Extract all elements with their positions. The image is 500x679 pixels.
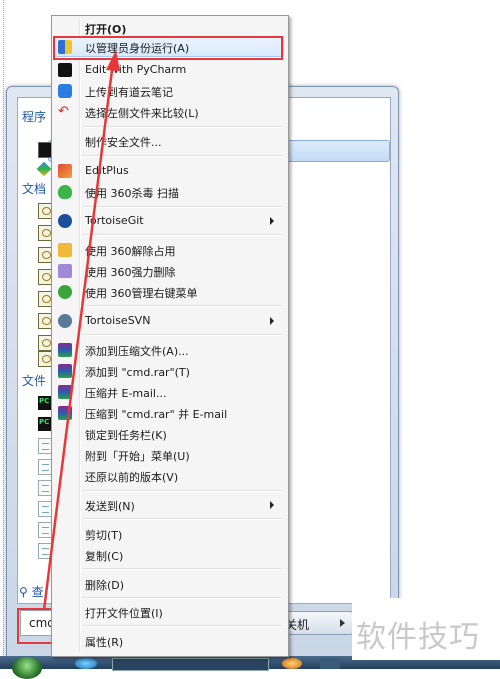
unlock-icon <box>58 243 72 257</box>
menu-separator <box>82 234 282 236</box>
menu-separator <box>82 305 282 307</box>
menu-item-copy[interactable]: 复制(C) <box>54 545 284 565</box>
group-title-programs: 程序 <box>22 110 47 124</box>
start-orb-icon[interactable] <box>12 657 42 679</box>
menu-item-pin-to-start[interactable]: 附到「开始」菜单(U) <box>54 445 284 465</box>
winrar-icon <box>58 364 72 378</box>
menu-item-youdao-note[interactable]: 上传到有道云笔记 <box>54 81 284 101</box>
shield-360-icon <box>58 185 72 199</box>
context-menu: 打开(O) 以管理员身份运行(A) Edit with PyCharm 上传到有… <box>51 15 289 657</box>
menu-item-360-scan[interactable]: 使用 360杀毒 扫描 <box>54 182 284 202</box>
menu-item-restore-versions[interactable]: 还原以前的版本(V) <box>54 466 284 486</box>
dotted-guide-line <box>3 0 4 669</box>
winrar-icon <box>58 406 72 420</box>
menu-item-open-file-location[interactable]: 打开文件位置(I) <box>54 602 284 622</box>
youdao-note-icon <box>58 84 72 98</box>
see-more-results-link[interactable]: ⚲ 查 <box>19 583 44 600</box>
menu-item-open[interactable]: 打开(O) <box>54 18 284 38</box>
taskbar-app-icon[interactable] <box>320 658 340 669</box>
pycharm-icon[interactable] <box>38 417 52 431</box>
winrar-icon <box>58 343 72 357</box>
menu-item-compress-cmd-rar-email[interactable]: 压缩到 "cmd.rar" 并 E-mail <box>54 403 284 423</box>
menu-item-editplus[interactable]: EditPlus <box>54 161 284 181</box>
pycharm-icon <box>58 63 72 77</box>
menu-item-360-unlock[interactable]: 使用 360解除占用 <box>54 240 284 260</box>
tortoisesvn-icon <box>58 314 72 328</box>
plus-circle-icon <box>58 285 72 299</box>
pycharm-icon[interactable] <box>38 396 52 410</box>
taskbar-chrome-icon[interactable] <box>282 658 302 669</box>
menu-separator <box>82 568 282 570</box>
menu-separator <box>82 334 282 336</box>
menu-separator <box>82 155 282 157</box>
submenu-arrow-icon <box>270 317 274 325</box>
menu-item-compare-left[interactable]: ↶ 选择左侧文件来比较(L) <box>54 102 284 122</box>
menu-item-360-manage-menu[interactable]: 使用 360管理右键菜单 <box>54 282 284 302</box>
group-title-documents: 文档 <box>22 182 47 196</box>
menu-separator <box>82 625 282 627</box>
group-title-files: 文件 <box>22 374 47 388</box>
menu-item-tortoisegit[interactable]: TortoiseGit <box>54 211 284 231</box>
tortoisegit-icon <box>58 214 72 228</box>
shutdown-options-arrow[interactable] <box>334 611 353 635</box>
menu-item-360-force-delete[interactable]: 使用 360强力删除 <box>54 261 284 281</box>
winrar-icon <box>58 385 72 399</box>
menu-item-tortoisesvn[interactable]: TortoiseSVN <box>54 311 284 331</box>
app-icon <box>36 161 52 177</box>
editplus-icon <box>58 164 72 178</box>
menu-separator <box>82 206 282 208</box>
menu-item-make-safe-file[interactable]: 制作安全文件... <box>54 131 284 151</box>
menu-separator <box>82 490 282 492</box>
taskbar-window-button[interactable] <box>112 658 269 671</box>
menu-item-cut[interactable]: 剪切(T) <box>54 524 284 544</box>
menu-item-compress-email[interactable]: 压缩并 E-mail... <box>54 382 284 402</box>
menu-item-pin-to-taskbar[interactable]: 锁定到任务栏(K) <box>54 424 284 444</box>
menu-item-add-to-cmd-rar[interactable]: 添加到 "cmd.rar"(T) <box>54 361 284 381</box>
watermark: 软件技巧 <box>352 598 500 660</box>
menu-item-edit-with-pycharm[interactable]: Edit with PyCharm <box>54 60 284 80</box>
compare-arrow-icon: ↶ <box>58 104 69 119</box>
menu-item-delete[interactable]: 删除(D) <box>54 574 284 594</box>
submenu-arrow-icon <box>270 501 274 509</box>
menu-separator <box>82 126 282 128</box>
run-as-admin-annotation-box <box>53 36 283 60</box>
menu-separator <box>82 597 282 599</box>
search-icon: ⚲ <box>19 585 28 599</box>
menu-separator <box>82 518 282 520</box>
force-delete-icon <box>58 264 72 278</box>
menu-item-add-to-archive[interactable]: 添加到压缩文件(A)... <box>54 340 284 360</box>
menu-item-properties[interactable]: 属性(R) <box>54 631 284 651</box>
menu-item-send-to[interactable]: 发送到(N) <box>54 495 284 515</box>
submenu-arrow-icon <box>270 217 274 225</box>
taskbar-ie-icon[interactable] <box>75 658 97 669</box>
